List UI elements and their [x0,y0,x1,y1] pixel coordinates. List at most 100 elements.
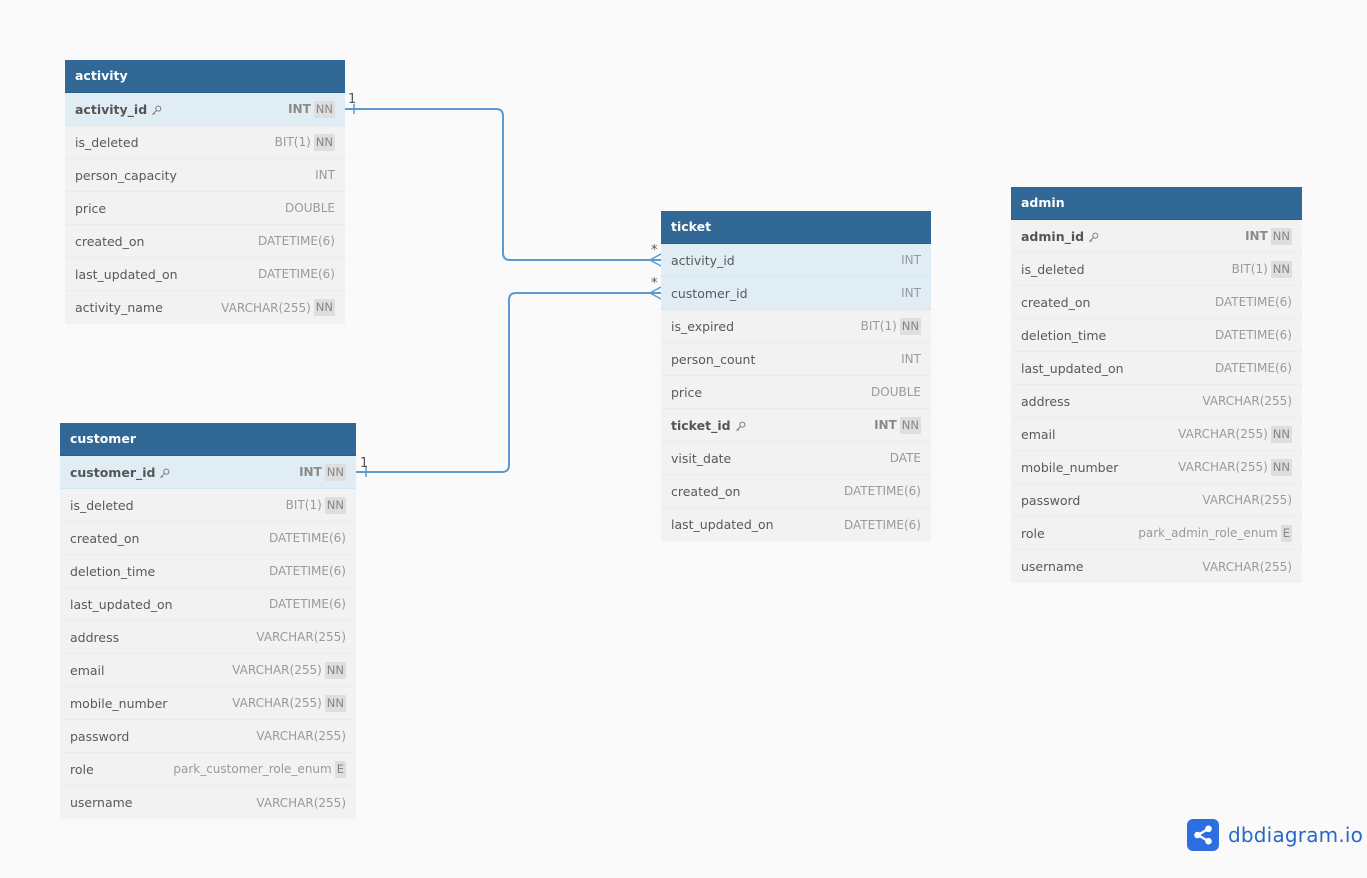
column-type: VARCHAR(255) [256,795,346,810]
table-header[interactable]: ticket [661,211,931,244]
column-type: DATETIME(6) [1214,328,1292,342]
column-row-username[interactable]: username VARCHAR(255) [1011,550,1302,583]
column-type: DOUBLE [285,201,335,215]
column-type: INT [288,102,311,116]
column-name: price [671,384,703,400]
column-row-last-updated-on[interactable]: last_updated_on DATETIME(6) [661,508,931,541]
column-row-email[interactable]: email VARCHAR(255) NN [60,654,356,687]
column-type: VARCHAR(255) [1178,427,1268,441]
column-type: VARCHAR(255) [221,300,311,315]
column-name: customer_id [671,285,748,301]
column-row-price[interactable]: price DOUBLE [661,376,931,409]
table-activity[interactable]: activity activity_id INT NN is_deleted BIT(1)… [65,60,345,324]
column-name: created_on [1021,294,1091,310]
column-row-admin-id[interactable]: admin_id INT NN [1011,220,1302,253]
column-name: admin_id [1021,228,1085,244]
column-row-activity-id[interactable]: activity_id INT NN [65,93,345,126]
column-type: INT [901,352,921,366]
column-name: activity_name [75,300,163,315]
table-customer[interactable]: customer customer_id INT NN is_deleted BIT(1)… [60,423,356,819]
column-name: mobile_number [70,695,168,711]
column-badge: E [1280,524,1292,542]
column-type: INT [901,253,921,267]
column-row-is-deleted[interactable]: is_deleted BIT(1) NN [1011,253,1302,286]
column-name: username [70,795,133,810]
column-badge: NN [1270,458,1292,476]
column-type: VARCHAR(255) [1202,394,1292,408]
column-type: VARCHAR(255) [256,729,346,743]
table-admin[interactable]: admin admin_id INT NN is_deleted BIT(1) NN crea… [1011,187,1302,583]
column-type: DATETIME(6) [1214,295,1292,309]
column-row-last-updated-on[interactable]: last_updated_on DATETIME(6) [60,588,356,621]
column-name: password [1021,492,1081,508]
column-row-is-deleted[interactable]: is_deleted BIT(1) NN [60,489,356,522]
column-row-person-count[interactable]: person_count INT [661,343,931,376]
column-type: DATETIME(6) [843,484,921,498]
column-row-created-on[interactable]: created_on DATETIME(6) [1011,286,1302,319]
column-name: activity_id [671,252,735,268]
column-row-deletion-time[interactable]: deletion_time DATETIME(6) [60,555,356,588]
relationship-activity-ticket[interactable] [345,108,661,261]
column-type: INT [299,465,322,479]
column-row-visit-date[interactable]: visit_date DATE [661,442,931,475]
column-name: person_count [671,351,756,367]
column-name: customer_id [70,464,156,480]
column-row-ticket-id[interactable]: ticket_id INT NN [661,409,931,442]
column-row-price[interactable]: price DOUBLE [65,192,345,225]
brand-name: dbdiagram.io [1228,823,1364,847]
table-ticket[interactable]: ticket activity_id INT customer_id INT is_exp… [661,211,931,541]
table-header[interactable]: customer [60,423,356,456]
column-row-person-capacity[interactable]: person_capacity INT [65,159,345,192]
column-type: DOUBLE [871,385,921,399]
column-row-role[interactable]: role park_customer_role_enum E [60,753,356,786]
column-row-is-deleted[interactable]: is_deleted BIT(1) NN [65,126,345,159]
column-row-mobile-number[interactable]: mobile_number VARCHAR(255) NN [60,687,356,720]
column-badge: NN [899,416,921,434]
column-name: ticket_id [671,417,731,433]
relationship-customer-ticket[interactable] [356,292,661,473]
key-icon [1088,231,1099,242]
column-row-mobile-number[interactable]: mobile_number VARCHAR(255) NN [1011,451,1302,484]
column-row-is-expired[interactable]: is_expired BIT(1) NN [661,310,931,343]
column-row-email[interactable]: email VARCHAR(255) NN [1011,418,1302,451]
column-type: VARCHAR(255) [1202,559,1292,574]
column-name: role [70,761,94,777]
column-row-activity-id[interactable]: activity_id INT [661,244,931,277]
column-badge: NN [324,496,346,514]
column-type: VARCHAR(255) [1178,460,1268,474]
column-row-last-updated-on[interactable]: last_updated_on DATETIME(6) [1011,352,1302,385]
column-name: email [70,662,105,678]
column-name: person_capacity [75,167,177,183]
column-row-deletion-time[interactable]: deletion_time DATETIME(6) [1011,319,1302,352]
cardinality-label-ticket-activity: * [651,243,658,258]
table-header[interactable]: admin [1011,187,1302,220]
column-row-customer-id[interactable]: customer_id INT [661,277,931,310]
column-row-username[interactable]: username VARCHAR(255) [60,786,356,819]
column-row-password[interactable]: password VARCHAR(255) [1011,484,1302,517]
column-row-password[interactable]: password VARCHAR(255) [60,720,356,753]
column-row-role[interactable]: role park_admin_role_enum E [1011,517,1302,550]
column-badge: NN [1270,260,1292,278]
column-row-address[interactable]: address VARCHAR(255) [60,621,356,654]
column-name: password [70,728,130,744]
column-type: INT [315,168,335,182]
brand-logo-link[interactable]: dbdiagram.io [1187,819,1363,851]
column-row-activity-name[interactable]: activity_name VARCHAR(255) NN [65,291,345,324]
column-name: is_deleted [75,134,139,150]
table-header[interactable]: activity [65,60,345,93]
column-row-customer-id[interactable]: customer_id INT NN [60,456,356,489]
column-row-address[interactable]: address VARCHAR(255) [1011,385,1302,418]
column-name: last_updated_on [1021,360,1124,376]
diagram-canvas[interactable]: 1 * 1 * activity activity_id INT NN is_delet… [0,0,1367,878]
column-row-last-updated-on[interactable]: last_updated_on DATETIME(6) [65,258,345,291]
column-row-created-on[interactable]: created_on DATETIME(6) [60,522,356,555]
column-name: last_updated_on [70,596,173,612]
column-type: INT [874,418,897,432]
key-icon [159,467,170,478]
column-type: DATETIME(6) [843,517,921,532]
column-row-created-on[interactable]: created_on DATETIME(6) [661,475,931,508]
column-row-created-on[interactable]: created_on DATETIME(6) [65,225,345,258]
column-badge: NN [899,317,921,335]
column-type: DATETIME(6) [1214,361,1292,375]
column-type: park_customer_role_enum [173,762,332,776]
